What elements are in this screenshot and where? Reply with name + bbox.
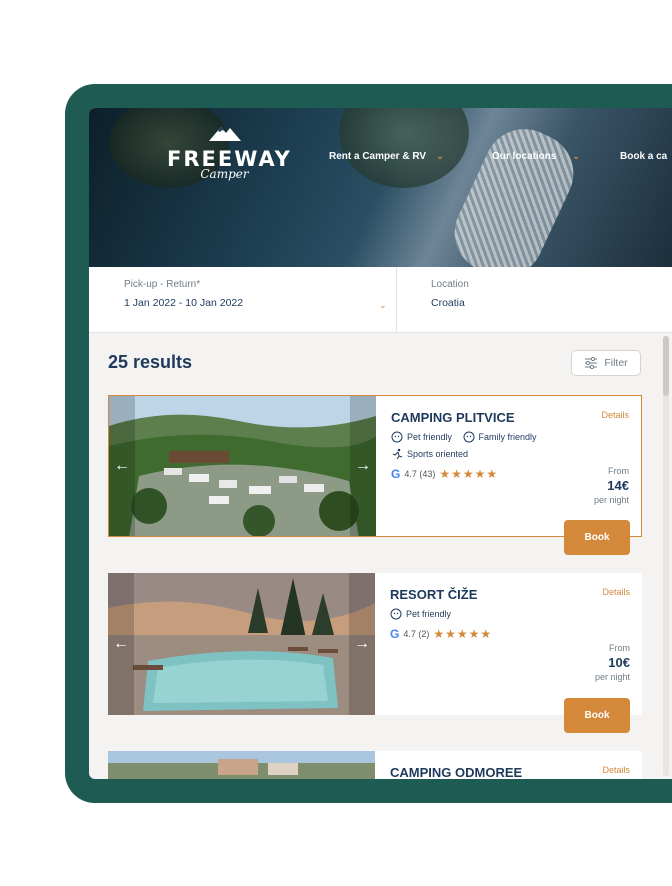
- book-button[interactable]: Book: [564, 520, 630, 555]
- result-card[interactable]: Details CAMPING ODMOREE: [108, 751, 642, 779]
- location-value: Croatia: [431, 297, 465, 309]
- tag-label: Sports oriented: [407, 449, 469, 459]
- rating-stars: ★★★★★: [433, 627, 493, 641]
- card-title: RESORT ČIŽE: [390, 587, 478, 602]
- results-count: 25 results: [108, 352, 193, 372]
- campsite-photo-art: [109, 396, 376, 536]
- result-card[interactable]: ← → Details RESORT ČIŽE Pet friendly G 4…: [108, 573, 642, 715]
- hero-tree-shape: [339, 108, 469, 188]
- card-body: CAMPING ODMOREE: [390, 765, 642, 779]
- mountain-icon: [208, 127, 241, 141]
- chevron-down-icon: ⌄: [436, 151, 444, 161]
- pickup-value: 1 Jan 2022 - 10 Jan 2022: [124, 297, 244, 309]
- rating-text: 4.7 (43): [404, 469, 436, 479]
- location-label: Location: [431, 279, 469, 290]
- result-card[interactable]: ← → Details CAMPING PLITVICE Pet friendl…: [108, 395, 642, 537]
- tag-pet-friendly: Pet friendly: [390, 608, 451, 620]
- brand-logo[interactable]: FREEWAY Camper: [167, 122, 290, 202]
- price-from: From: [609, 643, 630, 653]
- location-field[interactable]: Location Croatia: [431, 279, 469, 309]
- campsite-photo: ← →: [109, 396, 376, 536]
- price-unit: per night: [593, 495, 629, 505]
- rating-text: 4.7 (2): [403, 629, 430, 639]
- book-button[interactable]: Book: [564, 698, 630, 733]
- card-title: CAMPING PLITVICE: [391, 410, 515, 425]
- nav-item-locations[interactable]: Our locations ⌄: [492, 151, 580, 162]
- nav-item-rent[interactable]: Rent a Camper & RV ⌄: [329, 151, 444, 162]
- price-block: From 10€ per night: [595, 643, 630, 682]
- resort-photo-art: [108, 573, 375, 715]
- field-divider: [396, 267, 397, 332]
- tag-label: Family friendly: [478, 432, 537, 442]
- chevron-down-icon: ⌄: [572, 151, 580, 161]
- arrow-right-icon: →: [355, 457, 371, 474]
- scrollbar-thumb[interactable]: [663, 336, 669, 396]
- filter-label: Filter: [604, 357, 628, 369]
- arrow-left-icon: ←: [114, 457, 130, 474]
- google-icon: G: [390, 627, 400, 641]
- nav-item-label: Book a ca: [620, 151, 668, 162]
- price-value: 14€: [607, 478, 629, 493]
- google-icon: G: [391, 467, 401, 481]
- screen: FREEWAY Camper Rent a Camper & RV ⌄ Our …: [89, 108, 672, 779]
- rating-stars: ★★★★★: [439, 467, 499, 481]
- nav-item-label: Our locations: [492, 151, 557, 162]
- next-photo-arrow[interactable]: →: [349, 573, 375, 715]
- dog-icon: [390, 608, 402, 620]
- results-scrollbar[interactable]: [663, 336, 669, 776]
- prev-photo-arrow[interactable]: ←: [109, 396, 135, 536]
- tag-label: Pet friendly: [407, 432, 453, 442]
- tag-family-friendly: Family friendly: [463, 431, 537, 443]
- pickup-return-field[interactable]: Pick-up - Return* 1 Jan 2022 - 10 Jan 20…: [124, 279, 243, 309]
- next-photo-arrow[interactable]: →: [350, 396, 376, 536]
- price-from: From: [608, 466, 629, 476]
- price-block: From 14€ per night: [594, 466, 629, 505]
- hero-header: FREEWAY Camper Rent a Camper & RV ⌄ Our …: [89, 108, 672, 290]
- filter-button[interactable]: Filter: [571, 350, 641, 376]
- nav-item-label: Rent a Camper & RV: [329, 151, 427, 162]
- pickup-label: Pick-up - Return*: [124, 279, 201, 290]
- tag-pet-friendly: Pet friendly: [391, 431, 452, 443]
- search-bar: Pick-up - Return* 1 Jan 2022 - 10 Jan 20…: [89, 267, 672, 333]
- prev-photo-arrow[interactable]: ←: [108, 573, 134, 715]
- runner-icon: [392, 448, 403, 460]
- tag-sports-oriented: Sports oriented: [391, 448, 468, 460]
- chevron-down-icon[interactable]: ⌄: [379, 300, 387, 311]
- tag-list: Pet friendly: [390, 608, 642, 625]
- card-title: CAMPING ODMOREE: [390, 765, 523, 779]
- card-body: RESORT ČIŽE Pet friendly G 4.7 (2) ★★★★★: [390, 587, 642, 641]
- tag-label: Pet friendly: [406, 609, 452, 619]
- camping-photo: [108, 751, 375, 779]
- resort-photo: ← →: [108, 573, 375, 715]
- family-icon: [463, 431, 475, 443]
- camping-photo-art: [108, 751, 375, 779]
- price-unit: per night: [594, 672, 630, 682]
- tag-list: Pet friendly Family friendly Sports orie…: [391, 431, 641, 465]
- google-rating: G 4.7 (2) ★★★★★: [390, 627, 642, 641]
- nav-item-book[interactable]: Book a ca: [620, 151, 667, 162]
- arrow-left-icon: ←: [113, 635, 129, 652]
- sliders-icon: [585, 357, 598, 369]
- arrow-right-icon: →: [354, 635, 370, 652]
- price-value: 10€: [608, 655, 630, 670]
- dog-icon: [391, 431, 403, 443]
